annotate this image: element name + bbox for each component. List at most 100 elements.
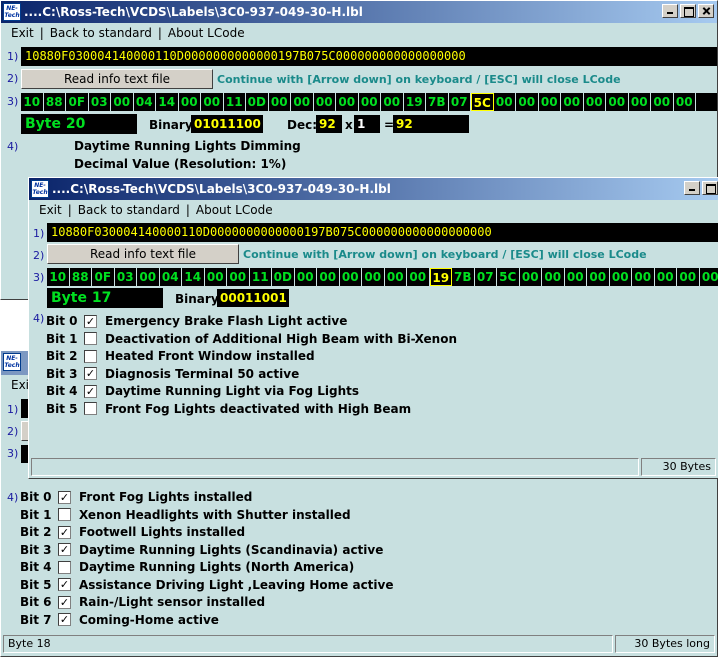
byte-cell[interactable]: 00 xyxy=(606,93,629,111)
byte-cell[interactable]: 00 xyxy=(629,93,651,111)
byte-cell[interactable]: 00 xyxy=(385,268,407,286)
byte-cell[interactable]: 00 xyxy=(269,93,291,111)
byte-cell[interactable]: 00 xyxy=(336,93,359,111)
row-label-3: 3) xyxy=(7,447,19,460)
bit-checkbox[interactable]: ✓ xyxy=(58,595,71,609)
byte-cell[interactable]: 04 xyxy=(134,93,156,111)
bit-checkbox[interactable]: ✓ xyxy=(58,525,71,539)
bit-number: Bit 7 xyxy=(20,612,52,627)
byte-cell[interactable]: 00 xyxy=(291,93,314,111)
byte-cell[interactable]: 7B xyxy=(426,93,449,111)
byte-cell[interactable]: 00 xyxy=(359,93,381,111)
bit-checkbox[interactable]: ✓ xyxy=(58,578,71,591)
row-label-2: 2) xyxy=(7,425,19,438)
menu-back-to-standard[interactable]: Back to standard xyxy=(74,203,184,217)
maximize-button[interactable] xyxy=(702,181,718,195)
multiplier-field[interactable]: 1 xyxy=(354,115,380,133)
byte-cell[interactable]: 19 xyxy=(404,93,426,111)
minimize-button[interactable] xyxy=(684,181,700,195)
menu-about-lcode[interactable]: About LCode xyxy=(164,26,249,40)
maximize-button[interactable] xyxy=(680,4,696,18)
byte-cell[interactable]: 07 xyxy=(449,93,471,111)
byte-cell[interactable]: 00 xyxy=(677,268,700,286)
byte-cell[interactable]: 00 xyxy=(610,268,632,286)
byte-cell[interactable]: 00 xyxy=(561,93,584,111)
byte-cell[interactable]: 00 xyxy=(201,93,224,111)
byte-cell[interactable]: 00 xyxy=(340,268,362,286)
byte-cell[interactable]: 00 xyxy=(632,268,655,286)
title-bar[interactable]: NE- Tech ....C:\Ross-Tech\VCDS\Labels\3C0… xyxy=(29,178,718,200)
menu-about-lcode[interactable]: About LCode xyxy=(192,203,277,217)
byte-cell[interactable]: 19 xyxy=(429,268,452,286)
byte-cell[interactable]: 00 xyxy=(520,268,542,286)
bit-checkbox[interactable]: ✓ xyxy=(84,384,97,398)
byte-cell[interactable]: 00 xyxy=(542,268,565,286)
bit-checkbox[interactable]: ✓ xyxy=(58,613,71,626)
byte-cell[interactable]: 10 xyxy=(47,268,70,286)
bit-checkbox[interactable]: ✓ xyxy=(84,314,97,328)
byte-cell[interactable]: 00 xyxy=(539,93,561,111)
bit-checkbox[interactable] xyxy=(58,560,71,574)
menu-exit[interactable]: Exit xyxy=(35,203,66,217)
byte-cell[interactable]: 00 xyxy=(587,268,610,286)
byte-cell[interactable]: 00 xyxy=(179,93,201,111)
close-button[interactable] xyxy=(698,4,714,18)
byte-cell[interactable]: 00 xyxy=(362,268,385,286)
byte-cell[interactable]: 07 xyxy=(475,268,497,286)
bit-checkbox[interactable]: ✓ xyxy=(84,367,97,380)
byte-cell[interactable]: 00 xyxy=(111,93,134,111)
menu-back-to-standard[interactable]: Back to standard xyxy=(46,26,156,40)
byte-cell[interactable]: 00 xyxy=(205,268,227,286)
byte-cell[interactable]: 04 xyxy=(160,268,182,286)
byte-cell[interactable]: 03 xyxy=(89,93,111,111)
byte-cell[interactable]: 0F xyxy=(66,93,89,111)
read-info-text-button[interactable]: Read info text file xyxy=(21,69,213,89)
byte-cell[interactable]: 00 xyxy=(314,93,336,111)
byte-cell[interactable]: 00 xyxy=(295,268,317,286)
byte-cell[interactable]: 00 xyxy=(651,93,674,111)
byte-cell[interactable]: 10 xyxy=(21,93,44,111)
byte-cell[interactable]: 0D xyxy=(246,93,269,111)
byte-cell[interactable]: 00 xyxy=(674,93,696,111)
byte-cell[interactable]: 7B xyxy=(452,268,475,286)
menu-exit[interactable]: Exit xyxy=(7,26,38,40)
read-info-text-button[interactable]: Read info text file xyxy=(47,244,239,264)
binary-value-field[interactable]: 00011001 xyxy=(217,289,289,307)
byte-cell[interactable]: 00 xyxy=(565,268,587,286)
minimize-button[interactable] xyxy=(662,4,678,18)
bit-label: Daytime Running Lights (North America) xyxy=(79,560,355,574)
byte-cell[interactable]: 14 xyxy=(182,268,205,286)
byte-cell[interactable]: 00 xyxy=(381,93,404,111)
hex-string-field[interactable]: 10880F030004140000110D0000000000000197B0… xyxy=(47,223,718,242)
byte-cell[interactable]: 00 xyxy=(227,268,250,286)
byte-cell[interactable]: 00 xyxy=(516,93,539,111)
bit-checkbox[interactable] xyxy=(84,402,97,415)
byte-cell[interactable]: 0F xyxy=(92,268,115,286)
bit-checkbox[interactable] xyxy=(58,508,71,521)
byte-cell[interactable]: 00 xyxy=(584,93,606,111)
title-bar[interactable]: NE- Tech ....C:\Ross-Tech\VCDS\Labels\3C0… xyxy=(1,1,717,23)
hint-text: Continue with [Arrow down] on keyboard /… xyxy=(243,248,647,261)
bit-checkbox[interactable] xyxy=(84,332,97,345)
byte-cell[interactable]: 88 xyxy=(44,93,66,111)
byte-cell[interactable]: 00 xyxy=(494,93,516,111)
byte-cell[interactable]: 11 xyxy=(250,268,272,286)
byte-cell[interactable]: 14 xyxy=(156,93,179,111)
bit-checkbox[interactable]: ✓ xyxy=(58,490,71,504)
byte-cell[interactable]: 00 xyxy=(700,268,718,286)
byte-cell[interactable]: 00 xyxy=(317,268,340,286)
byte-cell[interactable]: 88 xyxy=(70,268,92,286)
byte-cell[interactable]: 11 xyxy=(224,93,246,111)
binary-value-field[interactable]: 01011100 xyxy=(191,115,263,133)
dec-value-field[interactable]: 92 xyxy=(316,115,342,133)
byte-cell[interactable]: 00 xyxy=(655,268,677,286)
byte-cell[interactable]: 5C xyxy=(497,268,520,286)
byte-cell[interactable]: 03 xyxy=(115,268,137,286)
hex-string-field[interactable]: 10880F030004140000110D0000000000000197B0… xyxy=(21,47,717,66)
byte-cell[interactable]: 0D xyxy=(272,268,295,286)
bit-checkbox[interactable]: ✓ xyxy=(58,543,71,556)
byte-cell[interactable]: 00 xyxy=(407,268,430,286)
byte-cell[interactable]: 5C xyxy=(471,93,494,111)
byte-cell[interactable]: 00 xyxy=(137,268,160,286)
bit-checkbox[interactable] xyxy=(84,349,97,363)
